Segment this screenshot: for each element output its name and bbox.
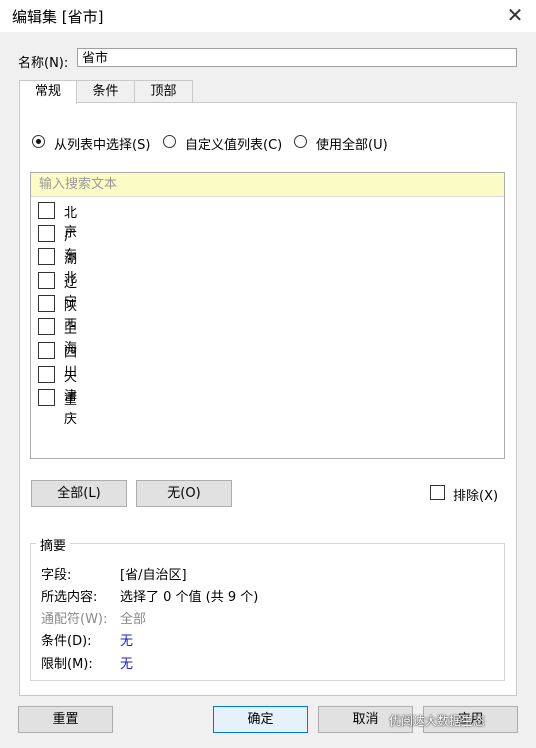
list-item-label: 重庆: [64, 393, 78, 427]
select-all-button[interactable]: 全部(L): [31, 480, 127, 507]
checkbox[interactable]: [38, 272, 55, 289]
name-input[interactable]: 省市: [77, 48, 517, 67]
window-title: 编辑集 [省市]: [12, 8, 104, 26]
summary-condition-key: 条件(D):: [41, 634, 92, 649]
radio-use-all[interactable]: [294, 135, 307, 148]
radio-from-list[interactable]: [32, 135, 45, 148]
checkbox[interactable]: [38, 318, 55, 335]
reset-button[interactable]: 重置: [18, 706, 113, 733]
tab-top[interactable]: 顶部: [134, 80, 193, 103]
close-icon[interactable]: ✕: [504, 4, 526, 26]
checkbox[interactable]: [38, 295, 55, 312]
exclude-checkbox[interactable]: [430, 485, 445, 500]
summary-selection-key: 所选内容:: [41, 590, 98, 605]
summary-field-value: [省/自治区]: [120, 568, 187, 583]
summary-condition-value: 无: [120, 634, 134, 649]
checkbox[interactable]: [38, 389, 55, 406]
tab-condition[interactable]: 条件: [76, 80, 135, 103]
radio-use-all-label[interactable]: 使用全部(U): [316, 134, 388, 153]
summary-selection-value: 选择了 0 个值 (共 9 个): [120, 590, 259, 605]
checkbox[interactable]: [38, 366, 55, 383]
select-none-button[interactable]: 无(O): [136, 480, 232, 507]
name-label: 名称(N):: [18, 56, 69, 71]
exclude-label[interactable]: 排除(X): [453, 485, 498, 504]
tab-general[interactable]: 常规: [19, 80, 77, 104]
value-listbox[interactable]: [30, 172, 505, 459]
checkbox[interactable]: [38, 202, 55, 219]
summary-field-key: 字段:: [41, 568, 72, 583]
summary-wildcard-key: 通配符(W):: [41, 612, 108, 627]
ok-button[interactable]: 确定: [213, 706, 308, 733]
checkbox[interactable]: [38, 225, 55, 242]
summary-wildcard-value: 全部: [120, 612, 147, 627]
summary-title: 摘要: [36, 535, 71, 554]
radio-custom-list-label[interactable]: 自定义值列表(C): [185, 134, 282, 153]
watermark-text: 优阅达大数据生态: [389, 714, 486, 728]
checkbox[interactable]: [38, 248, 55, 265]
summary-limit-value: 无: [120, 657, 134, 672]
search-input[interactable]: 输入搜索文本: [31, 173, 504, 197]
summary-limit-key: 限制(M):: [41, 657, 93, 672]
radio-from-list-label[interactable]: 从列表中选择(S): [54, 134, 150, 153]
radio-custom-list[interactable]: [163, 135, 176, 148]
checkbox[interactable]: [38, 342, 55, 359]
